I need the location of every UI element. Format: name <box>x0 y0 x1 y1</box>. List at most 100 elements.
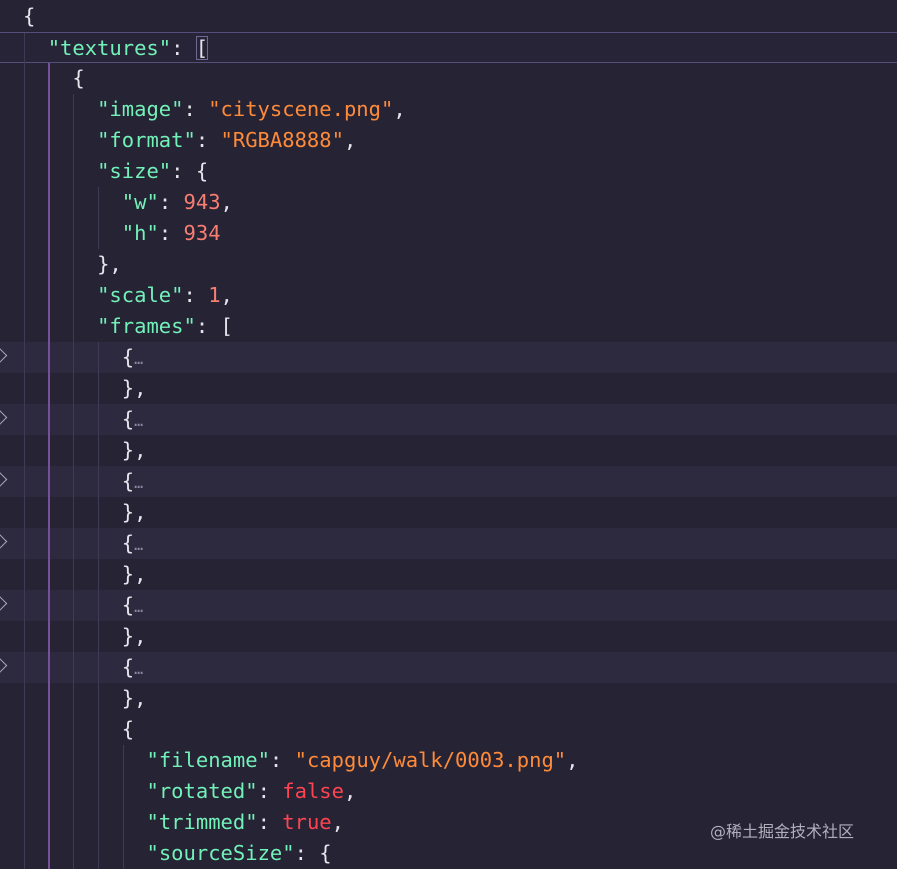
indent-guide <box>73 652 74 683</box>
code-line[interactable]: }, <box>0 373 897 404</box>
indent-guide <box>24 94 25 125</box>
indent-guide <box>24 745 25 776</box>
punctuation: , <box>393 97 406 121</box>
code-line[interactable]: "rotated": false, <box>0 776 897 807</box>
punctuation: }, <box>121 686 147 710</box>
fold-ellipsis[interactable]: … <box>134 412 143 430</box>
code-line[interactable]: "textures": [ <box>0 32 897 64</box>
code-line[interactable]: }, <box>0 435 897 466</box>
code-line[interactable]: "format": "RGBA8888", <box>0 125 897 156</box>
punctuation: { <box>121 593 135 617</box>
indent-guide <box>73 373 74 404</box>
indent-guide <box>48 249 50 280</box>
folded-code-line[interactable]: {… <box>0 404 897 435</box>
indent-guide <box>73 94 74 125</box>
fold-chevron-icon[interactable] <box>0 533 8 550</box>
punctuation: , <box>331 810 344 834</box>
indent-guide <box>98 559 99 590</box>
folded-code-line[interactable]: {… <box>0 342 897 373</box>
indent-guide <box>48 745 50 776</box>
indent-guide <box>73 404 74 435</box>
matched-bracket: [ <box>195 36 209 60</box>
indent-guide <box>98 528 99 559</box>
indent-guide <box>24 497 25 528</box>
indent-guide <box>24 125 25 156</box>
fold-ellipsis[interactable]: … <box>134 536 143 554</box>
code-text: }, <box>122 373 147 404</box>
json-key: "textures" <box>47 36 172 60</box>
code-line[interactable]: "frames": [ <box>0 311 897 342</box>
indent-guide <box>24 156 25 187</box>
json-number: 943 <box>183 190 221 214</box>
indent-guide <box>98 776 99 807</box>
code-line[interactable]: { <box>0 1 897 32</box>
fold-ellipsis[interactable]: … <box>134 350 143 368</box>
json-string: "cityscene.png" <box>208 97 394 121</box>
punctuation: : <box>257 779 283 803</box>
punctuation: : <box>269 748 295 772</box>
folded-code-line[interactable]: {… <box>0 652 897 683</box>
indent-guide <box>48 590 50 621</box>
indent-guide <box>98 373 99 404</box>
fold-chevron-icon[interactable] <box>0 347 8 364</box>
punctuation: { <box>72 66 85 90</box>
code-text: {… <box>121 466 143 499</box>
indent-guide <box>98 621 99 652</box>
folded-code-line[interactable]: {… <box>0 466 897 497</box>
punctuation: : { <box>171 159 209 183</box>
code-line[interactable]: }, <box>0 683 897 714</box>
code-text: }, <box>122 683 147 714</box>
indent-guide <box>73 187 74 218</box>
indent-guide <box>48 466 50 497</box>
code-line[interactable]: "h": 934 <box>0 218 897 249</box>
indent-guide <box>48 838 50 869</box>
fold-chevron-icon[interactable] <box>0 657 8 674</box>
code-line[interactable]: }, <box>0 249 897 280</box>
fold-ellipsis[interactable]: … <box>134 474 143 492</box>
indent-guide <box>73 125 74 156</box>
code-line[interactable]: "w": 943, <box>0 187 897 218</box>
code-line[interactable]: "filename": "capguy/walk/0003.png", <box>0 745 897 776</box>
punctuation: }, <box>121 438 147 462</box>
punctuation: : <box>183 97 209 121</box>
json-key: "filename" <box>146 748 270 772</box>
code-line[interactable]: "scale": 1, <box>0 280 897 311</box>
indent-guide <box>24 528 25 559</box>
code-editor[interactable]: {"textures": [{"image": "cityscene.png",… <box>0 0 897 869</box>
punctuation: { <box>121 407 135 431</box>
fold-chevron-icon[interactable] <box>0 409 8 426</box>
code-line[interactable]: { <box>0 63 897 94</box>
punctuation: }, <box>121 376 147 400</box>
code-line[interactable]: }, <box>0 497 897 528</box>
code-line[interactable]: "sourceSize": { <box>0 838 897 869</box>
indent-guide <box>98 590 99 621</box>
indent-guide <box>24 311 25 342</box>
punctuation: { <box>121 469 135 493</box>
folded-code-line[interactable]: {… <box>0 528 897 559</box>
code-line[interactable]: "image": "cityscene.png", <box>0 94 897 125</box>
code-text: {… <box>121 590 143 623</box>
json-key: "frames" <box>97 314 196 338</box>
punctuation: : [ <box>195 314 233 338</box>
code-line[interactable]: "size": { <box>0 156 897 187</box>
code-line[interactable]: }, <box>0 559 897 590</box>
indent-guide <box>123 776 124 807</box>
punctuation: { <box>121 717 135 741</box>
indent-guide <box>24 249 25 280</box>
fold-ellipsis[interactable]: … <box>134 598 143 616</box>
indent-guide <box>24 342 25 373</box>
indent-guide <box>98 342 99 373</box>
json-string: "capguy/walk/0003.png" <box>294 748 567 772</box>
indent-guide <box>48 528 50 559</box>
code-text: "sourceSize": { <box>147 838 332 869</box>
fold-ellipsis[interactable]: … <box>134 660 143 678</box>
indent-guide <box>24 33 25 64</box>
fold-chevron-icon[interactable] <box>0 595 8 612</box>
punctuation: , <box>343 128 357 152</box>
code-line[interactable]: { <box>0 714 897 745</box>
fold-chevron-icon[interactable] <box>0 471 8 488</box>
indent-guide <box>24 466 25 497</box>
folded-code-line[interactable]: {… <box>0 590 897 621</box>
code-line[interactable]: }, <box>0 621 897 652</box>
punctuation: : <box>195 128 221 152</box>
